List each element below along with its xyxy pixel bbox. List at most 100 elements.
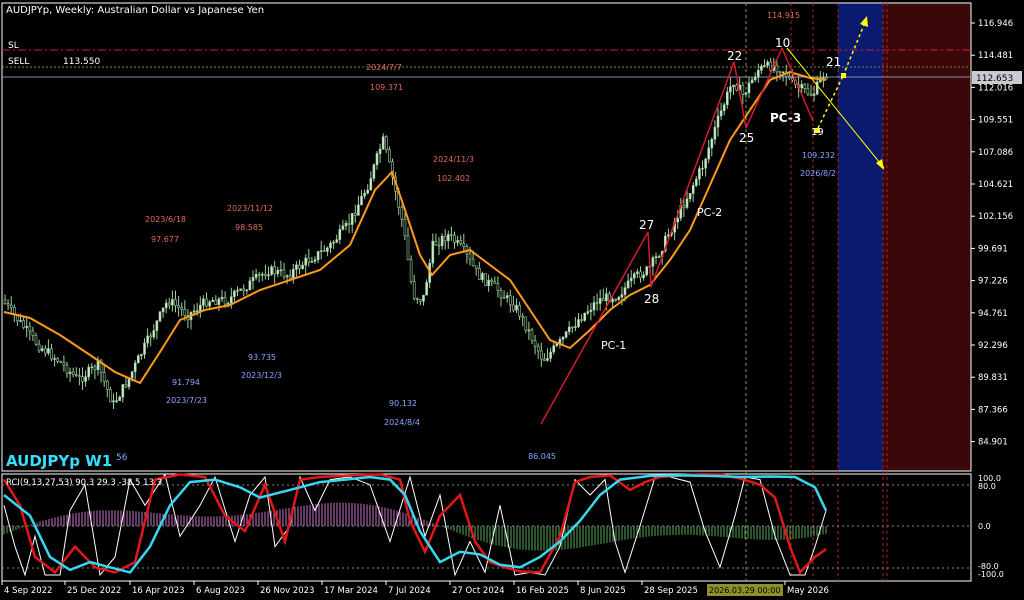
candle-body — [71, 371, 75, 376]
candle-body — [230, 296, 233, 304]
candle-body — [735, 84, 738, 91]
candle-body — [518, 304, 521, 317]
candles-group — [3, 57, 828, 410]
candle-body — [499, 290, 503, 298]
candle-body — [750, 79, 754, 84]
candle-body — [769, 61, 773, 71]
candle-body — [580, 319, 583, 321]
future-zone-red — [883, 3, 971, 471]
trend-pc1 — [540, 231, 649, 425]
candle-body — [90, 366, 94, 369]
candle-body — [422, 294, 425, 302]
wave-22: 22 — [727, 49, 742, 63]
rci-axis: 100.0 80.0 0.0 -80.0 -100.0 — [978, 474, 1004, 579]
candle-body — [546, 358, 549, 361]
candle-body — [115, 400, 118, 402]
wave-25: 25 — [739, 131, 754, 145]
rci-histogram — [3, 502, 827, 551]
symbol-big-label: AUDJPYp W1 — [6, 452, 112, 470]
candle-body — [375, 153, 379, 166]
candle-body — [360, 195, 363, 206]
candle-body — [543, 358, 546, 361]
candle-body — [332, 241, 335, 244]
candle-body — [803, 84, 807, 89]
candle-body — [744, 92, 748, 95]
candle-body — [276, 269, 280, 275]
candle-body — [202, 298, 205, 306]
price-tick-label: 109.551 — [978, 116, 1013, 126]
candle-body — [34, 335, 38, 345]
candle-body — [50, 348, 53, 360]
candle-body — [3, 299, 7, 304]
candle-body — [725, 91, 729, 105]
candle-body — [192, 310, 196, 313]
candle-body — [747, 82, 751, 94]
candle-body — [685, 198, 689, 208]
sell-price: 113.550 — [63, 57, 100, 67]
candle-body — [741, 84, 745, 95]
time-tick-label: 28 Sep 2025 — [644, 586, 698, 596]
candle-body — [760, 65, 763, 71]
candle-body — [753, 77, 757, 81]
current-price-label: 112.653 — [976, 74, 1013, 84]
candle-body — [484, 273, 487, 286]
candle-body — [226, 302, 230, 305]
trend-pc3a — [733, 61, 747, 129]
candle-body — [453, 234, 456, 243]
time-tick-label: 27 Oct 2024 — [452, 586, 505, 596]
price-tick-label: 87.366 — [978, 405, 1008, 415]
candle-body — [344, 222, 348, 227]
candle-body — [62, 362, 66, 366]
candle-body — [601, 298, 605, 302]
time-tick-label: 4 Sep 2022 — [4, 586, 52, 596]
candle-body — [812, 93, 816, 96]
candle-body — [564, 331, 568, 338]
candle-body — [657, 256, 661, 258]
candle-body — [168, 302, 171, 306]
candle-body — [236, 290, 239, 292]
candle-body — [316, 251, 320, 260]
candle-body — [47, 348, 50, 354]
candle-body — [357, 204, 360, 216]
candle-body — [149, 335, 152, 338]
candle-body — [313, 259, 317, 262]
low-price-1: 91.794 — [172, 378, 200, 387]
time-tick-label: 26 Nov 2023 — [260, 586, 314, 596]
candle-body — [471, 258, 475, 267]
candle-body — [583, 312, 587, 321]
candle-body — [267, 274, 270, 277]
candle-body — [84, 376, 87, 382]
candle-body — [109, 389, 112, 403]
pc-2-label: PC-2 — [697, 206, 722, 219]
price-tick-label: 84.901 — [978, 438, 1008, 448]
candle-body — [766, 61, 769, 66]
pc-1-label: PC-1 — [601, 339, 626, 352]
wave-10: 10 — [775, 36, 790, 50]
high-price-4: 102.402 — [437, 174, 470, 183]
candle-body — [260, 273, 264, 276]
candle-body — [372, 164, 376, 179]
wave-28: 28 — [644, 292, 659, 306]
candle-body — [632, 273, 636, 279]
candle-body — [37, 343, 41, 351]
candle-body — [146, 335, 149, 344]
candle-body — [118, 396, 121, 401]
candle-body — [605, 293, 608, 302]
candle-body — [369, 178, 373, 191]
candle-body — [574, 326, 577, 328]
candle-body — [341, 225, 345, 230]
candle-body — [223, 297, 227, 305]
candle-body — [682, 205, 686, 208]
candle-body — [598, 298, 602, 304]
time-tick-label: 6 Aug 2023 — [196, 586, 245, 596]
cursor-time-label: 2026.03.29 00:00 — [709, 586, 780, 595]
candle-body — [161, 307, 165, 313]
high-date-4: 2024/11/3 — [433, 155, 474, 164]
candle-body — [567, 326, 571, 332]
candle-body — [756, 70, 760, 78]
candle-body — [310, 260, 314, 263]
candle-body — [9, 304, 13, 308]
trend-pc2b — [650, 61, 735, 288]
candle-body — [199, 304, 202, 311]
candle-body — [691, 185, 695, 194]
